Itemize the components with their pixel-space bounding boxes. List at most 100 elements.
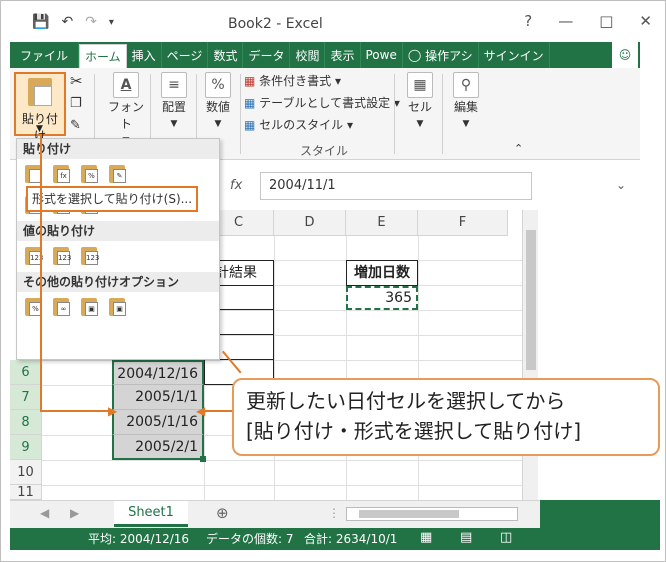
editing-group-button[interactable]: ⚲ 編集 ▼ (446, 72, 486, 129)
cell-e-header[interactable]: 増加日数 (346, 260, 418, 286)
group-separator (394, 74, 395, 154)
paste-formulas-icon[interactable]: fx (51, 163, 73, 185)
tab-view[interactable]: 表示 (325, 42, 361, 68)
status-count: データの個数: 7 (206, 532, 294, 546)
expand-formula-icon[interactable]: ⌄ (616, 178, 626, 192)
paste-button[interactable]: 貼り付け ▼ (14, 72, 66, 143)
insert-function-icon[interactable]: fx (230, 178, 242, 193)
copy-icon[interactable]: ❐ (70, 96, 82, 111)
tab-formulas[interactable]: 数式 (208, 42, 244, 68)
minimize-button[interactable]: — (558, 12, 573, 30)
date-cell[interactable]: 2005/1/16 (112, 410, 204, 435)
tab-page-layout[interactable]: ページ (162, 42, 209, 68)
row-header-10[interactable]: 10 (10, 460, 42, 485)
scroll-thumb[interactable] (526, 230, 536, 370)
page-layout-view-icon[interactable]: ▤ (460, 530, 472, 545)
paste-section-header: 貼り付け (17, 139, 219, 159)
tab-tell-me[interactable]: ◯ 操作アシ (403, 42, 479, 68)
formula-input[interactable]: 2004/11/1 (260, 172, 532, 200)
tab-file[interactable]: ファイル (10, 42, 80, 68)
format-painter-icon[interactable]: ✎ (70, 118, 81, 133)
cut-icon[interactable]: ✂ (70, 72, 83, 90)
callout-line-1: 更新したい日付セルを選択してから (246, 389, 566, 413)
fill-handle[interactable] (200, 456, 206, 462)
paste-linked-picture-icon[interactable]: ▣ (107, 296, 129, 318)
tab-home[interactable]: ホーム (79, 44, 127, 68)
paste-link-icon[interactable]: ∞ (51, 296, 73, 318)
align-icon: ≡ (161, 72, 187, 98)
row-header-6[interactable]: 6 (10, 360, 42, 385)
window-controls: ? — □ ✕ (524, 12, 652, 30)
more-options-icon[interactable]: ⋮ (328, 506, 340, 520)
cell-e-copied[interactable]: 365 (346, 286, 418, 310)
save-icon[interactable]: 💾 (32, 14, 49, 30)
alignment-group-button[interactable]: ≡ 配置 ▼ (154, 72, 194, 129)
formula-bar: fx 2004/11/1 ⌄ (224, 172, 634, 200)
callout-line-2: [貼り付け・形式を選択して貼り付け] (246, 419, 582, 443)
ribbon-display-icon[interactable]: ? (524, 12, 532, 30)
arrow-left-icon: ◀ (196, 404, 206, 418)
font-group-button[interactable]: A フォント▼ (106, 72, 146, 146)
row-header-7[interactable]: 7 (10, 385, 42, 410)
editing-label: 編集 (453, 100, 478, 114)
column-header-d[interactable]: D (274, 210, 346, 236)
font-icon: A (113, 72, 139, 98)
paste-options-menu: 貼り付け fx % ✎ ▦ ↔ ⇅ 値の貼り付け 123 123 123 その他… (16, 138, 220, 360)
customize-qat-icon[interactable]: ▾ (109, 17, 114, 28)
paste-special-menu-item[interactable]: 形式を選択して貼り付け(S)... (26, 186, 198, 212)
scroll-thumb[interactable] (359, 510, 459, 518)
paste-values-number-format-icon[interactable]: 123 (51, 245, 73, 267)
scroll-right-icon[interactable]: ▶ (70, 506, 79, 520)
other-paste-options-header: その他の貼り付けオプション (17, 272, 219, 292)
group-separator (240, 74, 241, 154)
undo-icon[interactable]: ↶ (61, 14, 73, 30)
paste-picture-icon[interactable]: ▣ (79, 296, 101, 318)
conditional-format-icon: ▦ (244, 74, 256, 88)
paste-keep-source-format-icon[interactable]: ✎ (107, 163, 129, 185)
add-sheet-icon[interactable]: ⊕ (216, 504, 229, 522)
sheet-tab-sheet1[interactable]: Sheet1 (114, 501, 188, 527)
format-as-table-button[interactable]: ▦ テーブルとして書式設定 ▾ (244, 94, 400, 111)
sheet-tab-bar: ◀ ▶ Sheet1 ⊕ ⋮ (10, 500, 540, 528)
number-label: 数値 (205, 100, 230, 114)
collapse-ribbon-icon[interactable]: ⌃ (514, 142, 523, 155)
tab-sign-in[interactable]: サインイン (479, 42, 550, 68)
style-group-label: スタイル (300, 144, 349, 158)
page-break-view-icon[interactable]: ◫ (500, 530, 512, 545)
paste-values-source-format-icon[interactable]: 123 (79, 245, 101, 267)
cell-styles-button[interactable]: ▦ セルのスタイル ▾ (244, 116, 353, 133)
date-cell[interactable]: 2005/2/1 (112, 435, 204, 460)
tab-data[interactable]: データ (243, 42, 291, 68)
percent-icon: % (205, 72, 231, 98)
lightbulb-icon: ◯ (407, 48, 426, 62)
tab-review[interactable]: 校閲 (290, 42, 326, 68)
date-cell[interactable]: 2005/1/1 (112, 385, 204, 410)
tab-power[interactable]: Powe (361, 42, 403, 68)
horizontal-scrollbar[interactable] (346, 507, 518, 521)
font-label: フォント (107, 100, 144, 131)
column-header-e[interactable]: E (346, 210, 418, 236)
chevron-down-icon: ▼ (36, 124, 43, 134)
share-user-icon[interactable]: ☺ (612, 42, 638, 68)
row-header-9[interactable]: 9 (10, 435, 42, 460)
number-group-button[interactable]: % 数値 ▼ (198, 72, 238, 129)
close-button[interactable]: ✕ (639, 12, 652, 30)
title-bar: 💾 ↶ ↷ ▾ Book2 - Excel ? — □ ✕ (10, 8, 660, 40)
row-header-11[interactable]: 11 (10, 485, 42, 500)
ribbon-tabs: ファイル ホーム 挿入 ページ 数式 データ 校閲 表示 Powe ◯ 操作アシ… (10, 42, 640, 68)
vertical-scrollbar[interactable] (522, 210, 538, 500)
quick-access-toolbar: 💾 ↶ ↷ ▾ (32, 14, 114, 30)
date-cell[interactable]: 2004/12/16 (112, 360, 204, 385)
instruction-callout: 更新したい日付セルを選択してから [貼り付け・形式を選択して貼り付け] (232, 378, 660, 456)
scroll-left-icon[interactable]: ◀ (40, 506, 49, 520)
group-separator (442, 74, 443, 154)
paste-formulas-number-format-icon[interactable]: % (79, 163, 101, 185)
redo-icon[interactable]: ↷ (85, 14, 97, 30)
row-header-8[interactable]: 8 (10, 410, 42, 435)
column-header-f[interactable]: F (418, 210, 508, 236)
normal-view-icon[interactable]: ▦ (420, 530, 432, 545)
cells-group-button[interactable]: ▦ セル ▼ (400, 72, 440, 129)
tab-insert[interactable]: 挿入 (127, 42, 162, 68)
maximize-button[interactable]: □ (599, 12, 613, 30)
conditional-format-button[interactable]: ▦ 条件付き書式 ▾ (244, 72, 341, 89)
